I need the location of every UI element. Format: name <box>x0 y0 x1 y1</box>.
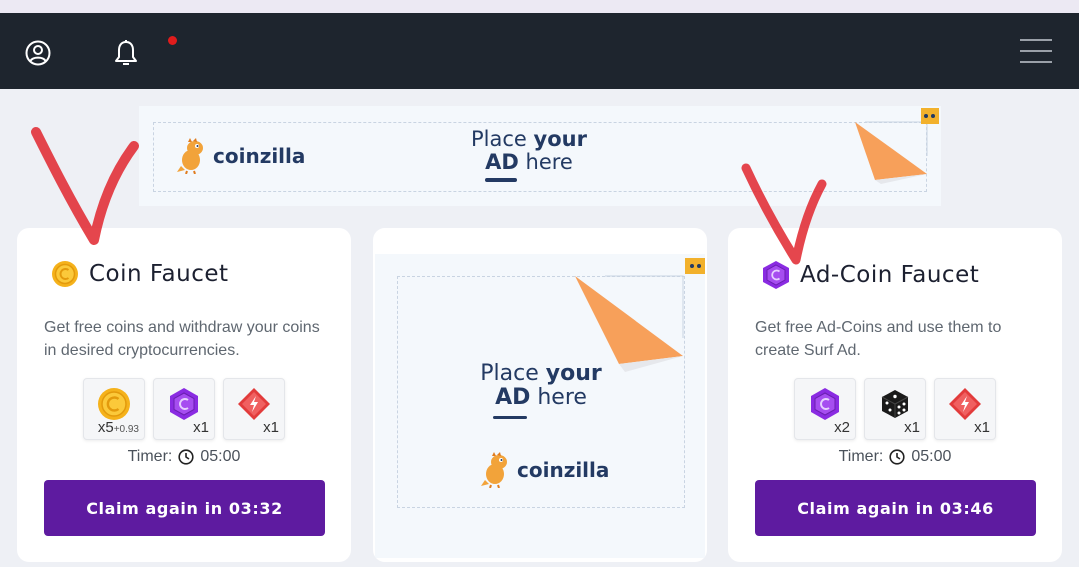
purple-hex-coin-icon <box>811 388 839 420</box>
coin-faucet-rewards: x5+0.93 x1 x1 <box>17 378 351 440</box>
place-your-ad-text: Place your AD here <box>459 128 599 182</box>
gold-coin-icon <box>52 261 78 287</box>
user-profile-icon[interactable] <box>22 37 54 69</box>
adcoin-faucet-description: Get free Ad-Coins and use them to create… <box>755 319 1002 359</box>
ad-corner-peel <box>855 108 939 184</box>
coinzilla-logo: coinzilla <box>479 452 609 488</box>
reward-purple-coin: x2 <box>794 378 856 440</box>
gold-coin-icon <box>98 388 130 420</box>
clock-icon <box>178 449 194 465</box>
middle-ad-card[interactable]: Place your AD here coinzilla <box>373 228 707 562</box>
coinzilla-mascot-icon <box>177 138 203 174</box>
adcoin-faucet-claim-button[interactable]: Claim again in 03:46 <box>755 480 1036 536</box>
top-navbar <box>0 13 1079 89</box>
dice-icon <box>881 390 909 418</box>
clock-icon <box>889 449 905 465</box>
ad-corner-badge-icon <box>687 258 705 274</box>
coin-faucet-timer: Timer: 05:00 <box>127 448 241 465</box>
middle-ad: Place your AD here coinzilla <box>375 254 705 558</box>
coin-faucet-claim-button[interactable]: Claim again in 03:32 <box>44 480 325 536</box>
reward-red-gem: x1 <box>223 378 285 440</box>
top-status-strip <box>0 0 1079 13</box>
place-your-ad-text: Place your AD here <box>471 362 611 419</box>
red-checkmark-annotation <box>31 127 139 245</box>
ad-corner-peel <box>575 258 691 372</box>
coinzilla-logo: coinzilla <box>175 138 305 174</box>
purple-hex-coin-icon <box>170 388 198 420</box>
reward-dice: x1 <box>864 378 926 440</box>
red-checkmark-annotation <box>741 163 827 265</box>
reward-purple-coin: x1 <box>153 378 215 440</box>
notification-dot <box>168 36 177 45</box>
coin-faucet-title: Coin Faucet <box>51 260 229 288</box>
reward-gold-coin: x5+0.93 <box>83 378 145 440</box>
adcoin-faucet-timer: Timer: 05:00 <box>838 448 952 465</box>
bell-icon[interactable] <box>110 37 142 71</box>
adcoin-faucet-card: Ad-Coin Faucet Get free Ad-Coins and use… <box>728 228 1062 562</box>
red-energy-gem-icon <box>238 388 270 420</box>
coin-faucet-card: Coin Faucet Get free coins and withdraw … <box>17 228 351 562</box>
reward-red-gem: x1 <box>934 378 996 440</box>
adcoin-faucet-rewards: x2 x1 x1 <box>728 378 1062 440</box>
coinzilla-mascot-icon <box>481 452 507 488</box>
red-energy-gem-icon <box>949 388 981 420</box>
coin-faucet-description: Get free coins and withdraw your coins i… <box>44 319 320 359</box>
reward-quantity: x5+0.93 <box>97 419 139 436</box>
hamburger-menu-icon[interactable] <box>1016 35 1056 67</box>
